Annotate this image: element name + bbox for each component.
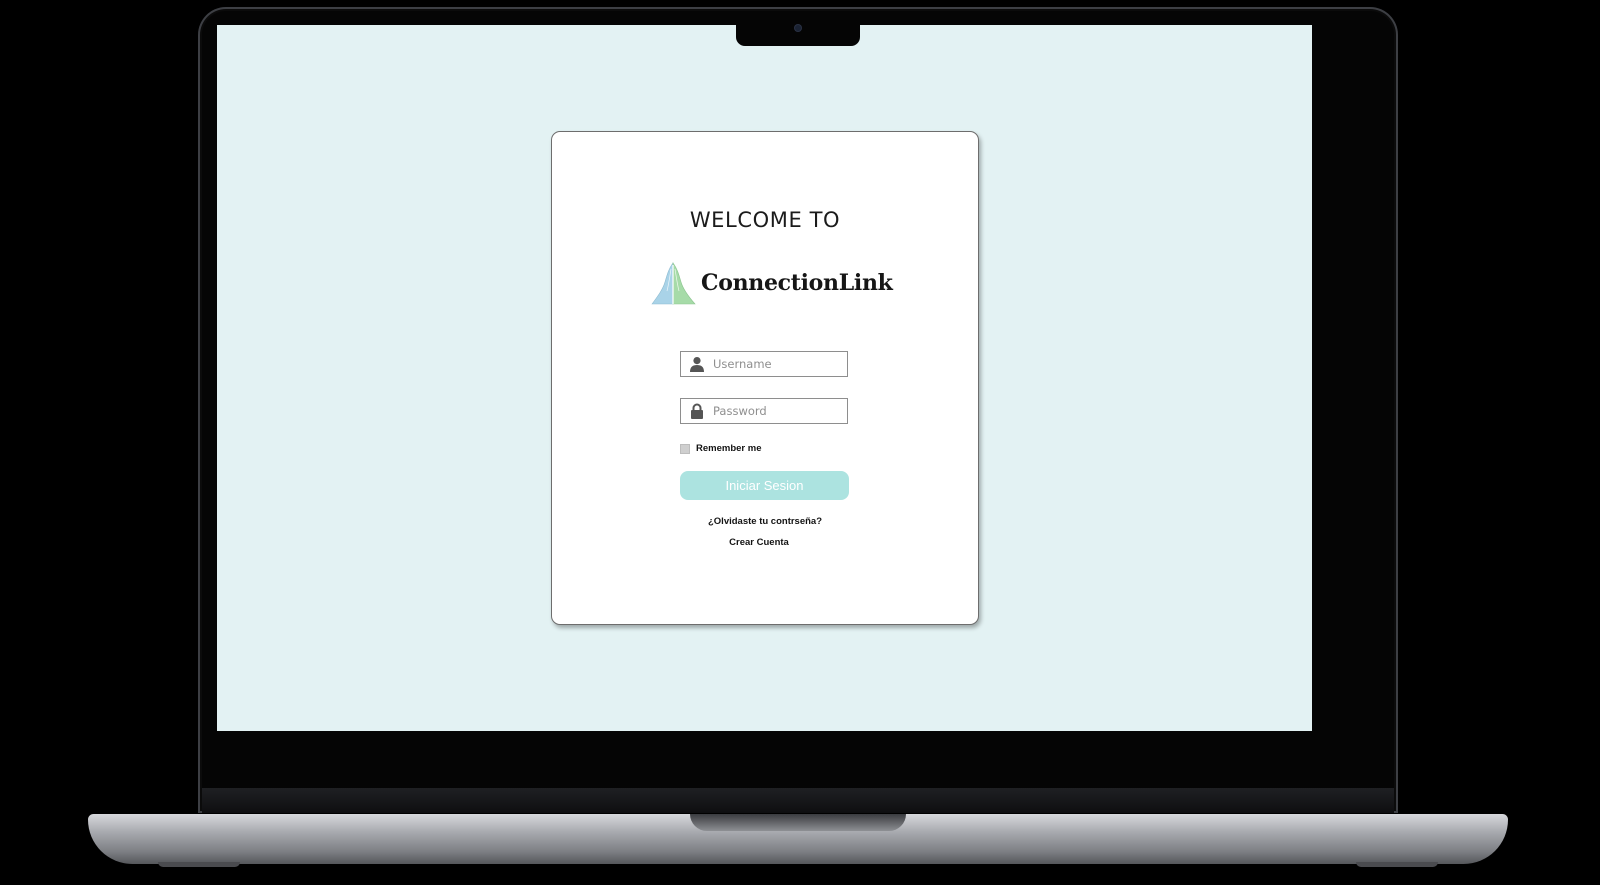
laptop-screen: WELCOME TO ConnectionLink Username Remem… [217,25,1312,731]
laptop-base-scoop [690,814,906,831]
laptop-foot-left [158,862,240,867]
password-input[interactable] [713,399,843,423]
login-button[interactable]: Iniciar Sesion [680,471,849,500]
brand-name: ConnectionLink [701,270,893,296]
username-field[interactable] [680,351,848,377]
brand-lockup: ConnectionLink [650,260,893,306]
welcome-heading: WELCOME TO [689,208,841,232]
laptop-foot-right [1356,862,1438,867]
user-icon [690,357,704,372]
lock-icon [691,403,703,419]
camera-icon [795,25,801,31]
laptop-bezel-chin [202,788,1394,813]
forgot-password-link[interactable]: ¿Olvidaste tu contrseña? [552,516,978,527]
username-input[interactable] [713,352,843,376]
remember-me-option[interactable]: Remember me [680,443,761,454]
password-field[interactable] [680,398,848,424]
laptop-mockup: WELCOME TO ConnectionLink Username Remem… [0,0,1600,885]
login-card: WELCOME TO ConnectionLink Username Remem… [551,131,979,625]
praying-hands-logo-icon [651,262,696,305]
create-account-link[interactable]: Crear Cuenta [546,537,972,548]
remember-me-checkbox[interactable] [680,443,690,454]
remember-me-label: Remember me [696,443,762,454]
